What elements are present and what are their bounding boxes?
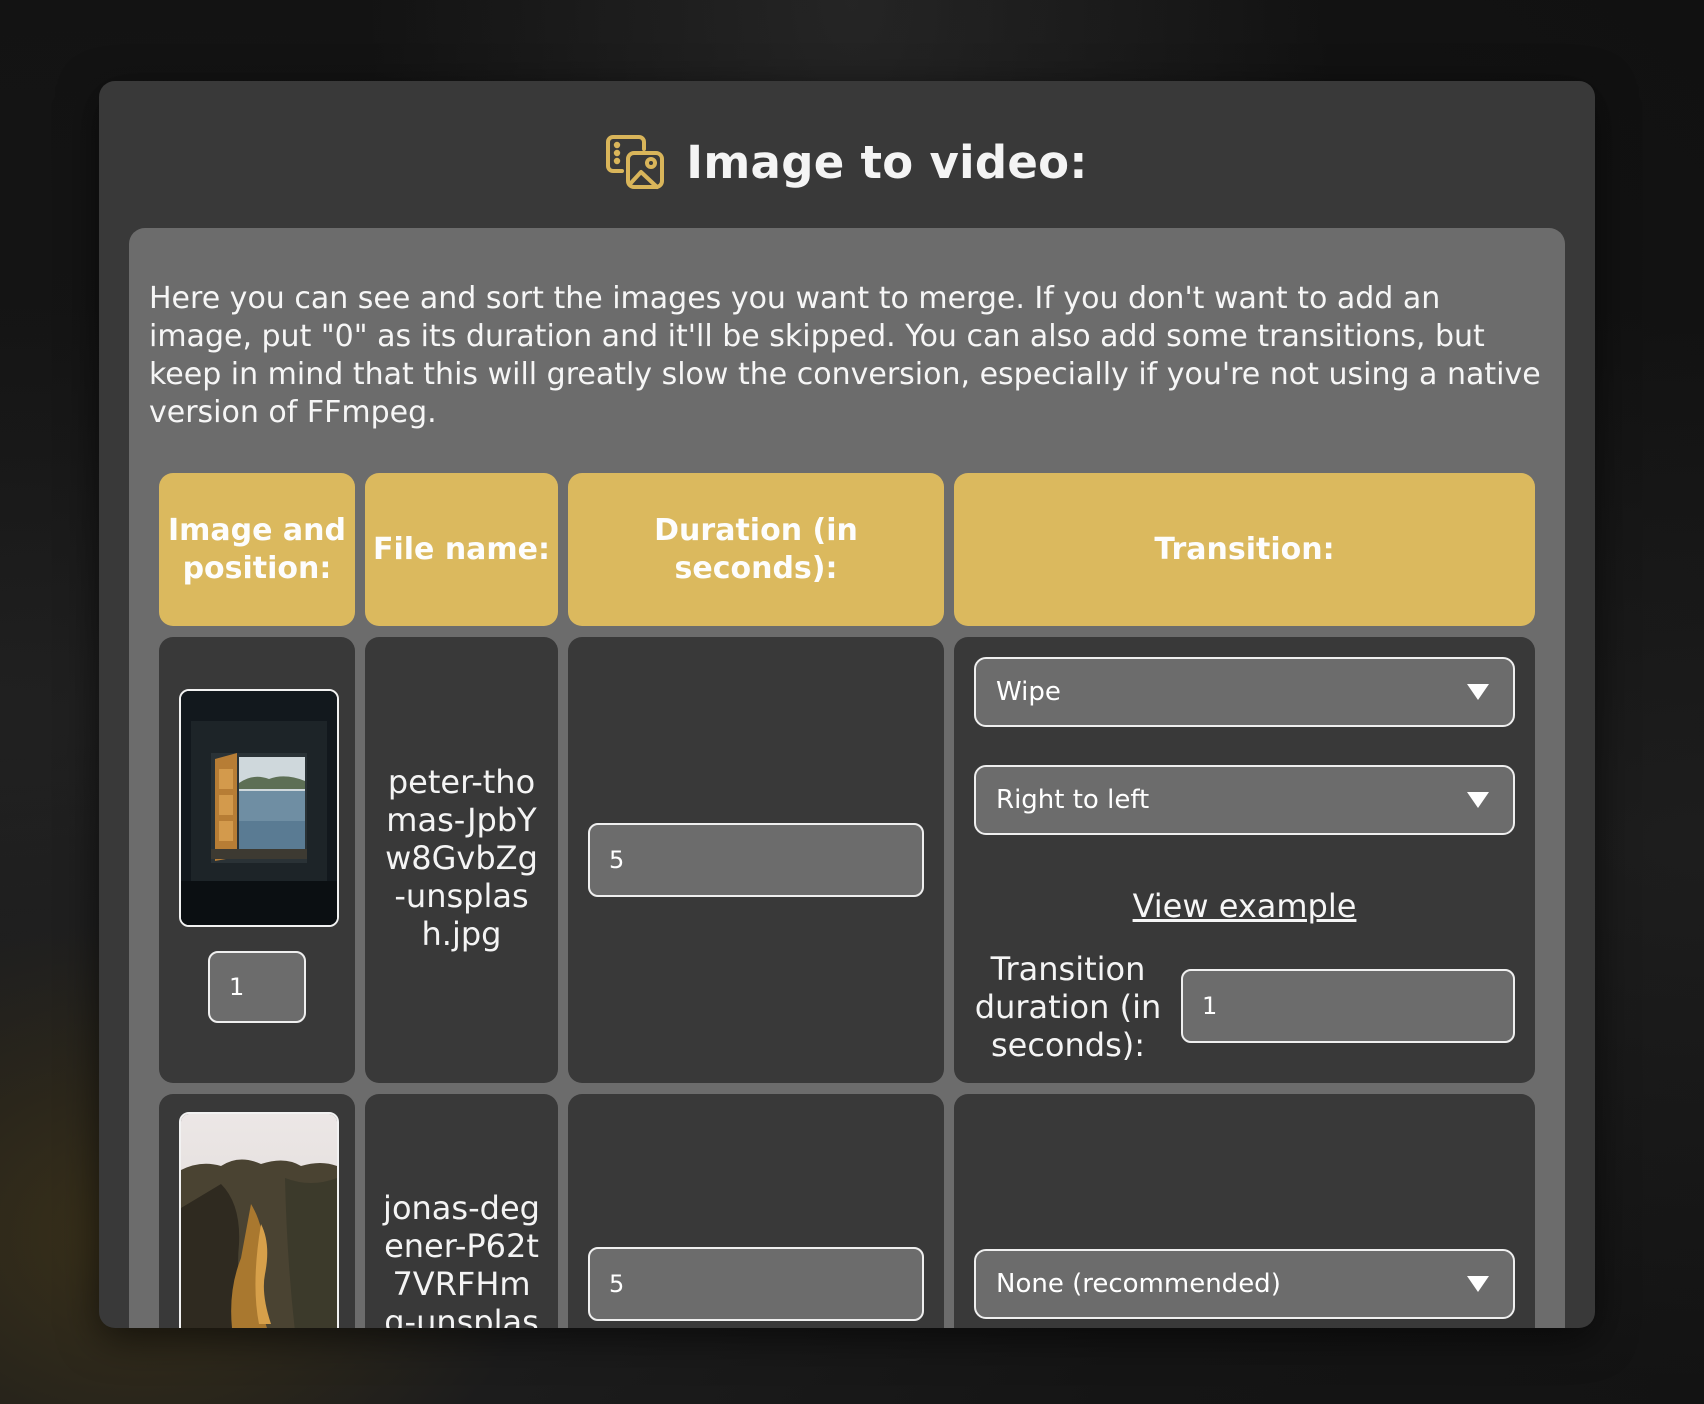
row-1-image-cell: 1 xyxy=(159,637,355,1083)
file-name-text: peter-thomas-JpbYw8GvbZg-unsplash.jpg xyxy=(385,763,538,953)
duration-input[interactable]: 5 xyxy=(588,823,924,897)
row-2-image-cell xyxy=(159,1094,355,1328)
content-panel[interactable]: Here you can see and sort the images you… xyxy=(129,228,1565,1328)
row-1-filename-cell: peter-thomas-JpbYw8GvbZg-unsplash.jpg xyxy=(365,637,558,1083)
header-file-name: File name: xyxy=(365,473,558,626)
transition-direction-value: Right to left xyxy=(996,785,1150,815)
row-2-filename-cell: jonas-degener-P62t7VRFHmg-unsplash.jpg xyxy=(365,1094,558,1328)
image-gallery-icon xyxy=(606,132,666,192)
description-text: Here you can see and sort the images you… xyxy=(149,281,1541,430)
view-example-link[interactable]: View example xyxy=(954,887,1535,925)
header-transition: Transition: xyxy=(954,473,1535,626)
position-input[interactable]: 1 xyxy=(208,951,306,1023)
dialog-header: Image to video: xyxy=(99,127,1595,197)
transition-direction-select[interactable]: Right to left xyxy=(974,765,1515,835)
image-thumbnail xyxy=(179,1112,339,1328)
header-duration: Duration (in seconds): xyxy=(568,473,944,626)
transition-type-select[interactable]: None (recommended) xyxy=(974,1249,1515,1319)
header-image-position: Image and position: xyxy=(159,473,355,626)
image-thumbnail xyxy=(179,689,339,927)
row-2-duration-cell: 5 xyxy=(568,1094,944,1328)
row-1-duration-cell: 5 xyxy=(568,637,944,1083)
transition-duration-input[interactable]: 1 xyxy=(1181,969,1515,1043)
duration-input[interactable]: 5 xyxy=(588,1247,924,1321)
chevron-down-icon xyxy=(1467,684,1489,700)
file-name-text: jonas-degener-P62t7VRFHmg-unsplash.jpg xyxy=(383,1189,540,1328)
row-2-transition-cell: None (recommended) xyxy=(954,1094,1535,1328)
transition-type-value: Wipe xyxy=(996,677,1061,707)
chevron-down-icon xyxy=(1467,1276,1489,1292)
transition-duration-label: Transition duration (in seconds): xyxy=(974,950,1162,1064)
transition-type-select[interactable]: Wipe xyxy=(974,657,1515,727)
chevron-down-icon xyxy=(1467,792,1489,808)
dialog-title: Image to video: xyxy=(686,135,1088,189)
image-to-video-dialog: Image to video: Here you can see and sor… xyxy=(99,81,1595,1328)
row-1-transition-cell: Wipe Right to left View example Transiti… xyxy=(954,637,1535,1083)
transition-type-value: None (recommended) xyxy=(996,1269,1281,1299)
